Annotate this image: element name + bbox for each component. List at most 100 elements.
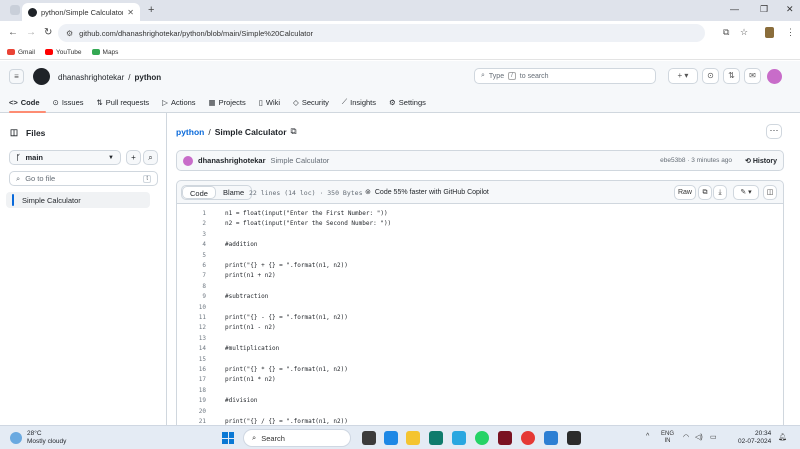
- menu-icon[interactable]: ≡: [9, 69, 24, 84]
- inbox-icon[interactable]: ✉: [744, 68, 761, 84]
- add-file-button[interactable]: +: [126, 150, 141, 165]
- address-bar[interactable]: ⚙ github.com/dhanashrighotekar/python/bl…: [58, 24, 705, 42]
- browser-tab[interactable]: python/Simple Calculator at m ✕: [22, 3, 140, 21]
- bookmark-youtube[interactable]: YouTube: [44, 49, 82, 56]
- minimize-icon[interactable]: —: [730, 4, 739, 14]
- battery-icon[interactable]: ▭: [710, 433, 717, 441]
- line-number[interactable]: 7: [177, 271, 206, 281]
- install-app-icon[interactable]: ⧉: [723, 27, 729, 38]
- chevron-up-icon[interactable]: ^: [646, 433, 649, 440]
- edit-button[interactable]: ✎ ▾: [733, 185, 759, 200]
- line-number[interactable]: 14: [177, 344, 206, 354]
- tab-search-icon[interactable]: [10, 5, 20, 15]
- line-number[interactable]: 3: [177, 230, 206, 240]
- maximize-icon[interactable]: ❐: [760, 4, 768, 15]
- blame-view-button[interactable]: Blame: [216, 186, 251, 199]
- copilot-promo[interactable]: ⊚ Code 55% faster with GitHub Copilot: [365, 188, 489, 197]
- taskbar-search[interactable]: ⌕ Search: [243, 429, 351, 447]
- copy-icon[interactable]: ⧉: [698, 185, 712, 200]
- line-number[interactable]: 16: [177, 365, 206, 375]
- reload-icon[interactable]: ↻: [44, 27, 52, 38]
- file-tree-item[interactable]: Simple Calculator: [6, 192, 150, 208]
- tab-projects[interactable]: ▦ Projects: [209, 97, 246, 107]
- search-files-button[interactable]: ⌕: [143, 150, 158, 165]
- line-number[interactable]: 21: [177, 417, 206, 425]
- store-icon[interactable]: [429, 431, 443, 445]
- line-number[interactable]: 1: [177, 209, 206, 219]
- tab-issues[interactable]: ⊙ Issues: [53, 97, 84, 107]
- tab-security[interactable]: ◇ Security: [293, 97, 329, 107]
- bookmark-maps[interactable]: Maps: [91, 49, 118, 56]
- line-number[interactable]: 17: [177, 375, 206, 385]
- forward-icon[interactable]: →: [26, 27, 36, 38]
- clock[interactable]: 20:34 02-07-2024: [738, 430, 771, 446]
- collapse-sidebar-icon[interactable]: ◫: [10, 127, 18, 138]
- repo-link[interactable]: python: [135, 73, 162, 82]
- tab-settings[interactable]: ⚙ Settings: [389, 97, 426, 107]
- line-number[interactable]: 10: [177, 303, 206, 313]
- line-number[interactable]: 2: [177, 219, 206, 229]
- create-new-button[interactable]: + ▾: [668, 68, 698, 84]
- pull-requests-icon[interactable]: ⇅: [723, 68, 740, 84]
- line-number[interactable]: 6: [177, 261, 206, 271]
- windows-start-icon[interactable]: [222, 432, 234, 444]
- app-icon[interactable]: [452, 431, 466, 445]
- line-number[interactable]: 12: [177, 323, 206, 333]
- weather-widget[interactable]: 28°C Mostly cloudy: [10, 430, 66, 446]
- avatar[interactable]: [183, 155, 193, 166]
- owner-link[interactable]: dhanashrighotekar: [58, 73, 124, 82]
- commit-author[interactable]: dhanashrighotekar: [198, 156, 266, 165]
- line-number[interactable]: 20: [177, 407, 206, 417]
- file-explorer-icon[interactable]: [406, 431, 420, 445]
- vscode-icon[interactable]: [544, 431, 558, 445]
- line-number[interactable]: 13: [177, 334, 206, 344]
- tab-actions[interactable]: ▷ Actions: [162, 97, 195, 107]
- tab-wiki[interactable]: ▯ Wiki: [259, 97, 280, 107]
- terminal-icon[interactable]: [567, 431, 581, 445]
- repo-root-link[interactable]: python: [176, 127, 204, 137]
- issues-icon[interactable]: ⊙: [702, 68, 719, 84]
- chrome-icon[interactable]: [521, 431, 535, 445]
- line-number[interactable]: 19: [177, 396, 206, 406]
- line-number[interactable]: 11: [177, 313, 206, 323]
- code-view-button[interactable]: Code: [182, 186, 216, 199]
- tab-pull-requests[interactable]: ⇅ Pull requests: [97, 97, 150, 107]
- history-button[interactable]: ⟲ History: [745, 157, 777, 165]
- line-number[interactable]: 4: [177, 240, 206, 250]
- copy-path-icon[interactable]: ⧉: [291, 126, 297, 137]
- extension-icon[interactable]: [765, 27, 774, 38]
- download-icon[interactable]: ⤓: [713, 185, 727, 200]
- go-to-file-input[interactable]: ⌕ Go to file t: [9, 171, 158, 186]
- site-info-icon[interactable]: ⚙: [66, 29, 73, 38]
- tab-code[interactable]: <> Code: [9, 97, 40, 107]
- volume-icon[interactable]: ◁): [695, 433, 703, 441]
- illustrator-icon[interactable]: [498, 431, 512, 445]
- new-tab-icon[interactable]: +: [148, 4, 154, 16]
- branch-selector[interactable]: ᚴ main ▼: [9, 150, 121, 165]
- bookmark-gmail[interactable]: Gmail: [7, 49, 35, 56]
- line-number[interactable]: 18: [177, 386, 206, 396]
- edge-icon[interactable]: [384, 431, 398, 445]
- chrome-menu-icon[interactable]: ⋮: [786, 27, 795, 38]
- github-logo-icon[interactable]: [33, 68, 50, 85]
- language-indicator[interactable]: ENG IN: [661, 431, 674, 445]
- line-number[interactable]: 15: [177, 355, 206, 365]
- commit-message[interactable]: Simple Calculator: [271, 156, 330, 165]
- bookmark-star-icon[interactable]: ☆: [740, 27, 748, 38]
- whatsapp-icon[interactable]: [475, 431, 489, 445]
- line-number[interactable]: 9: [177, 292, 206, 302]
- symbols-panel-icon[interactable]: ◫: [763, 185, 777, 200]
- address-url[interactable]: github.com/dhanashrighotekar/python/blob…: [79, 29, 313, 38]
- task-view-icon[interactable]: [362, 431, 376, 445]
- tab-insights[interactable]: ⟋ Insights: [342, 97, 376, 107]
- line-number[interactable]: 5: [177, 251, 206, 261]
- avatar[interactable]: [767, 69, 782, 84]
- raw-button[interactable]: Raw: [674, 185, 696, 200]
- line-number[interactable]: 8: [177, 282, 206, 292]
- notification-icon[interactable]: 🔔︎: [778, 433, 787, 441]
- close-tab-icon[interactable]: ✕: [127, 8, 134, 17]
- commit-meta[interactable]: ebe53b8 · 3 minutes ago: [660, 157, 732, 164]
- close-window-icon[interactable]: ✕: [786, 4, 794, 15]
- more-options-button[interactable]: ···: [766, 124, 782, 139]
- search-input[interactable]: ⌕ Type / to search: [474, 68, 656, 84]
